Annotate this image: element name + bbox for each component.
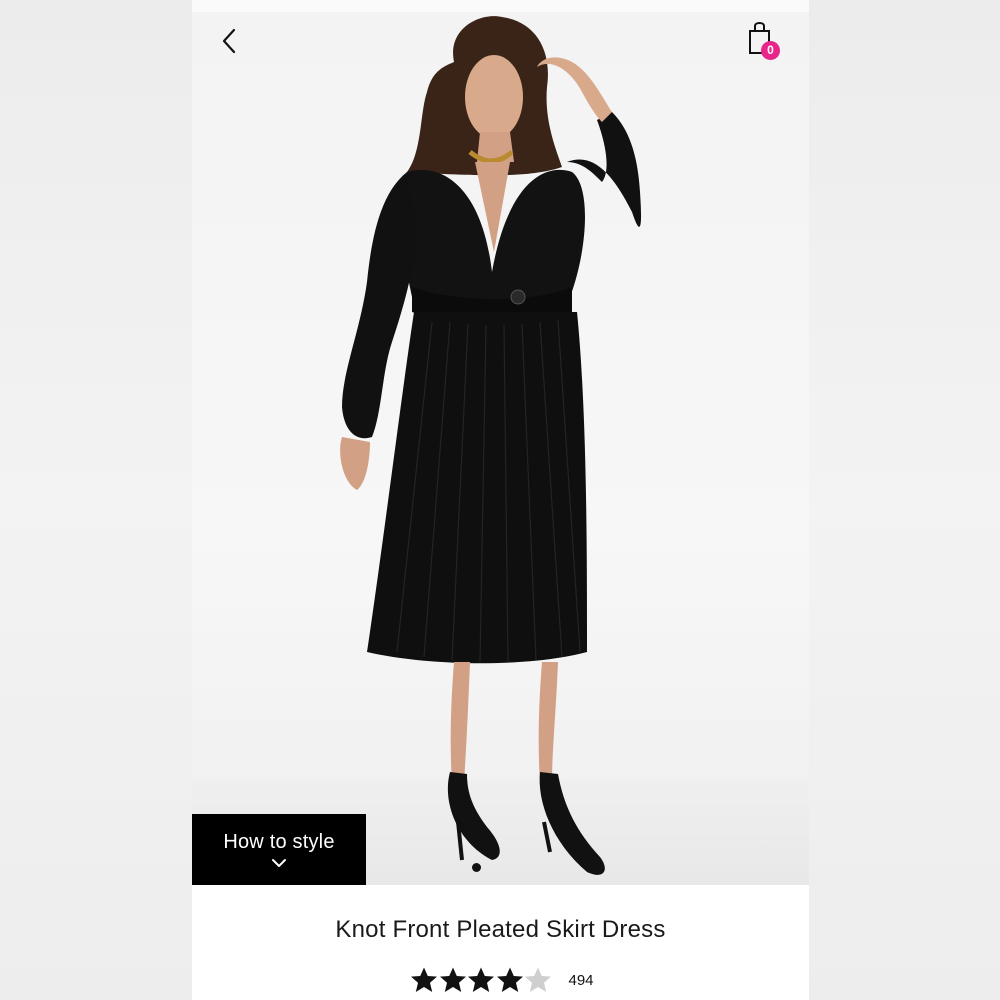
bag-count-badge: 0 [761, 41, 780, 60]
chevron-left-icon [222, 28, 236, 54]
product-image[interactable]: 0 How to style [192, 12, 809, 885]
review-count: 494 [568, 971, 594, 989]
carousel-indicator-dot[interactable] [472, 863, 481, 872]
star-filled-icon [496, 967, 523, 992]
star-empty-icon [525, 967, 551, 992]
product-title: Knot Front Pleated Skirt Dress [335, 916, 666, 943]
product-page: 0 How to style Knot Front Pleated Skirt … [192, 12, 809, 1000]
model-illustration [340, 16, 642, 875]
page-background-right [809, 0, 1000, 1000]
chevron-down-icon [272, 859, 286, 867]
star-filled-icon [439, 967, 466, 992]
product-rating[interactable]: 494 [410, 965, 594, 995]
back-button[interactable] [214, 26, 244, 56]
rating-stars [410, 966, 553, 994]
page-background-left [0, 0, 192, 1000]
star-filled-icon [468, 967, 494, 992]
shopping-bag-button[interactable]: 0 [744, 20, 784, 62]
star-filled-icon [411, 967, 437, 992]
how-to-style-button[interactable]: How to style [192, 814, 366, 885]
how-to-style-label: How to style [223, 831, 335, 853]
